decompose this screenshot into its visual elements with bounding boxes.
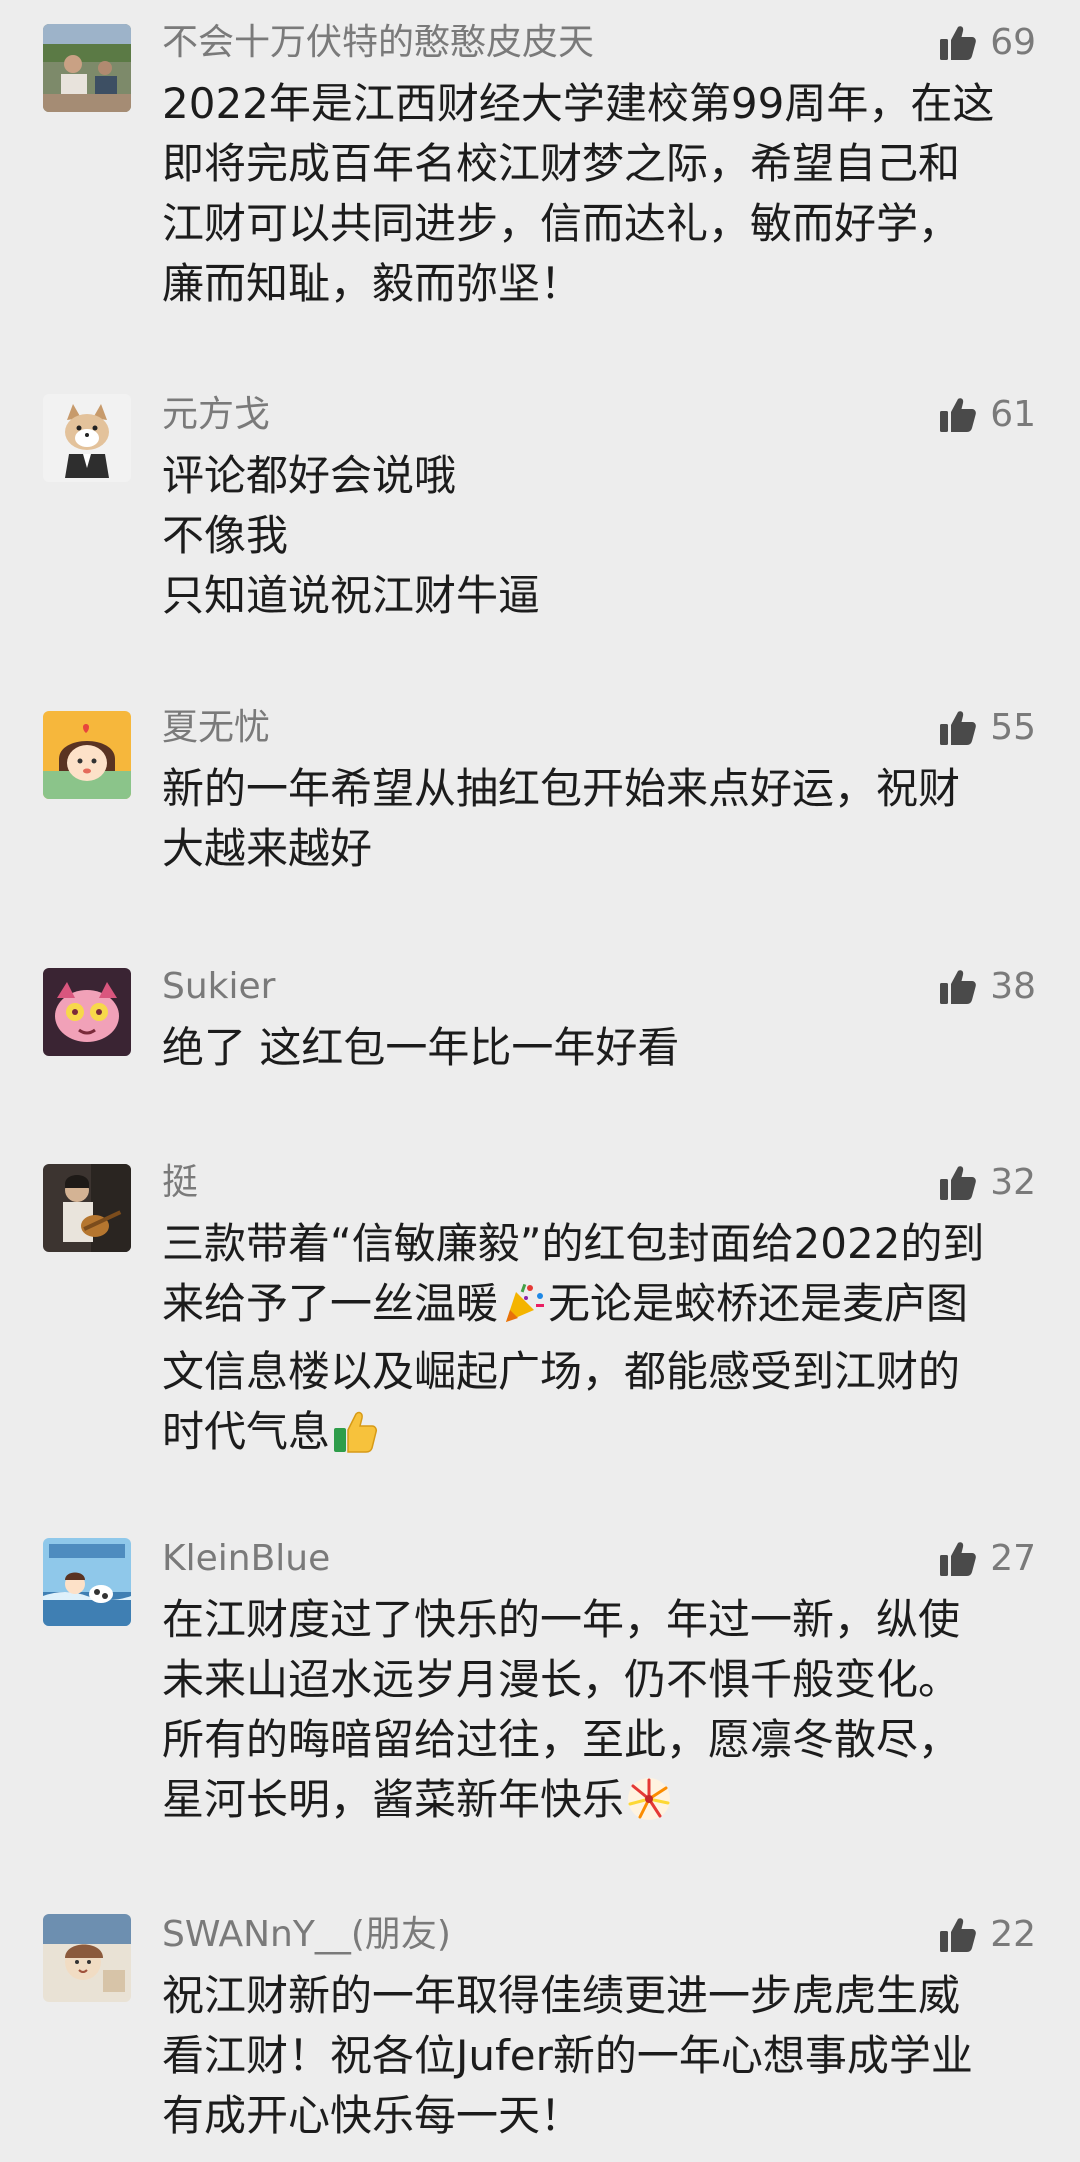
comment-text: 在江财度过了快乐的一年，年过一新，纵使 未来山迢水远岁月漫长，仍不惧千般变化。 … [162, 1590, 1042, 1838]
comment-text: 祝江财新的一年取得佳绩更进一步虎虎生威 看江财！祝各位Jufer新的一年心想事成… [162, 1966, 1042, 2146]
comment-line: 不像我 [162, 511, 289, 560]
thumbs-up-icon[interactable] [938, 23, 978, 63]
comment-username[interactable]: 元方戈 [162, 390, 270, 440]
comment-username[interactable]: Sukier [162, 962, 275, 1012]
like-count: 27 [990, 1538, 1036, 1579]
comment-username[interactable]: 不会十万伏特的憨憨皮皮天 [162, 18, 594, 68]
comment-line: 来给予了一丝温暖 无论是蛟桥还是麦庐图 [162, 1274, 1042, 1342]
comment-line-part: 星河长明，酱菜新年快乐 [162, 1775, 625, 1824]
cartoon-girl-avatar[interactable] [43, 711, 131, 799]
cartoon-pink-avatar[interactable] [43, 968, 131, 1056]
sketch-avatar[interactable] [43, 1914, 131, 2002]
comment-text: 绝了 这红包一年比一年好看 [162, 1018, 1042, 1078]
comment-line: 祝江财新的一年取得佳绩更进一步虎虎生威 [162, 1971, 961, 2020]
like-count: 61 [990, 394, 1036, 435]
comment-line: 2022年是江西财经大学建校第99周年，在这 [162, 79, 995, 128]
party-popper-icon [500, 1280, 546, 1342]
comment-text: 三款带着“信敏廉毅”的红包封面给2022的到 来给予了一丝温暖 无论是蛟桥还是麦庐… [162, 1214, 1042, 1470]
like-button[interactable]: 61 [938, 390, 1036, 440]
thumbs-up-emoji-icon [332, 1408, 378, 1470]
like-button[interactable]: 38 [938, 962, 1036, 1012]
comment-line: 即将完成百年名校江财梦之际，希望自己和 [162, 139, 961, 188]
comment-line-part: 来给予了一丝温暖 [162, 1279, 499, 1328]
like-count: 22 [990, 1914, 1036, 1955]
cartoon-dog-avatar[interactable] [43, 394, 131, 482]
comment-line: 时代气息 [162, 1402, 1042, 1470]
comment-line: 评论都好会说哦 [162, 451, 457, 500]
comment-line: 新的一年希望从抽红包开始来点好运，祝财 [162, 764, 961, 813]
comment-line: 所有的晦暗留给过往，至此，愿凛冬散尽， [162, 1715, 961, 1764]
comment-line: 在江财度过了快乐的一年，年过一新，纵使 [162, 1595, 961, 1644]
like-count: 55 [990, 707, 1036, 748]
comment-username[interactable]: SWANnY__(朋友) [162, 1910, 451, 1960]
comment-text: 2022年是江西财经大学建校第99周年，在这 即将完成百年名校江财梦之际，希望自… [162, 74, 1042, 314]
comment-username[interactable]: 夏无忧 [162, 703, 270, 753]
comment-username[interactable]: 挺 [162, 1158, 198, 1208]
comment-line: 廉而知耻，毅而弥坚！ [162, 259, 583, 308]
comment-line: 未来山迢水远岁月漫长，仍不惧千般变化。 [162, 1655, 961, 1704]
thumbs-up-icon[interactable] [938, 1163, 978, 1203]
like-count: 38 [990, 966, 1036, 1007]
comment-line: 三款带着“信敏廉毅”的红包封面给2022的到 [162, 1219, 985, 1268]
thumbs-up-icon[interactable] [938, 395, 978, 435]
like-count: 32 [990, 1162, 1036, 1203]
thumbs-up-icon[interactable] [938, 1539, 978, 1579]
thumbs-up-icon[interactable] [938, 708, 978, 748]
like-button[interactable]: 55 [938, 703, 1036, 753]
photo-avatar[interactable] [43, 24, 131, 112]
comment-line: 有成开心快乐每一天！ [162, 2091, 583, 2140]
comment-line: 只知道说祝江财牛逼 [162, 571, 541, 620]
comment-text: 评论都好会说哦 不像我 只知道说祝江财牛逼 [162, 446, 1042, 626]
comment-line: 绝了 这红包一年比一年好看 [162, 1023, 680, 1072]
guitar-photo-avatar[interactable] [43, 1164, 131, 1252]
like-count: 69 [990, 22, 1036, 63]
thumbs-up-icon[interactable] [938, 1915, 978, 1955]
comment-line-part: 无论是蛟桥还是麦庐图 [548, 1279, 969, 1328]
comment-line-part: 时代气息 [162, 1407, 331, 1456]
fireworks-icon [626, 1776, 672, 1838]
like-button[interactable]: 22 [938, 1910, 1036, 1960]
cartoon-sea-avatar[interactable] [43, 1538, 131, 1626]
comment-line: 文信息楼以及崛起广场，都能感受到江财的 [162, 1347, 961, 1396]
like-button[interactable]: 27 [938, 1534, 1036, 1584]
comment-line: 江财可以共同进步，信而达礼，敏而好学， [162, 199, 961, 248]
comment-line: 看江财！祝各位Jufer新的一年心想事成学业 [162, 2031, 973, 2080]
like-button[interactable]: 32 [938, 1158, 1036, 1208]
thumbs-up-icon[interactable] [938, 967, 978, 1007]
comment-username[interactable]: KleinBlue [162, 1534, 330, 1584]
comment-line: 星河长明，酱菜新年快乐 [162, 1770, 1042, 1838]
comment-text: 新的一年希望从抽红包开始来点好运，祝财 大越来越好 [162, 759, 1042, 879]
like-button[interactable]: 69 [938, 18, 1036, 68]
comment-line: 大越来越好 [162, 824, 373, 873]
